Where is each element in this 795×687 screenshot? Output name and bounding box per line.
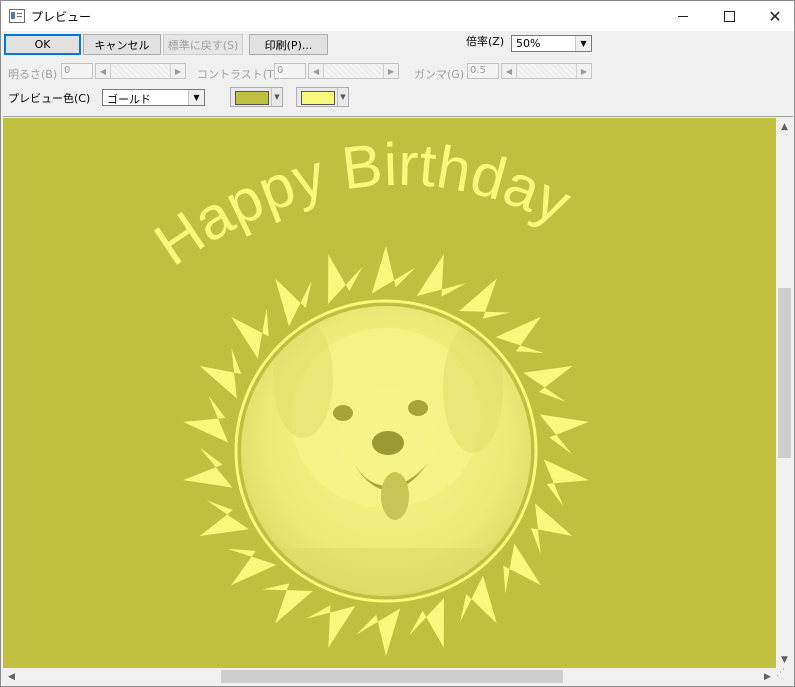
sun-ray (371, 246, 416, 294)
color1-swatch (235, 91, 269, 105)
chevron-up-icon[interactable]: ▲ (776, 118, 793, 135)
chevron-right-icon[interactable]: ▶ (759, 668, 776, 685)
sun-ray (231, 308, 269, 359)
print-button[interactable]: 印刷(P)... (249, 34, 328, 55)
sun-ray (275, 278, 312, 327)
sun-ray (199, 347, 242, 399)
brightness-label: 明るさ(B) (8, 68, 58, 81)
preview-color-value: ゴールド (107, 93, 151, 106)
gamma-slider[interactable]: ◀ ▶ (501, 63, 592, 79)
zoom-value: 50% (516, 37, 541, 50)
sun-ray (460, 575, 497, 624)
brightness-value: 0 (64, 65, 71, 76)
title-bar: プレビュー ✕ (1, 1, 794, 31)
sun-ray (328, 254, 363, 305)
chevron-down-icon[interactable]: ▼ (337, 88, 348, 106)
minimize-icon (678, 15, 688, 17)
horizontal-scroll-thumb[interactable] (221, 670, 563, 683)
chevron-left-icon[interactable]: ◀ (309, 64, 324, 78)
sun-ray (199, 500, 249, 537)
sun-ray (356, 608, 401, 656)
sun-ray (183, 447, 233, 488)
resize-grip-icon[interactable]: ⋰ (776, 668, 793, 685)
minimize-button[interactable] (660, 1, 706, 31)
zoom-label: 倍率(Z) (466, 35, 505, 48)
sun-ray (227, 548, 277, 586)
sun-ray (183, 395, 229, 443)
vertical-scrollbar[interactable]: ▲ ▼ (776, 118, 793, 668)
card-title: Happy Birthday (143, 131, 581, 279)
chevron-right-icon[interactable]: ▶ (170, 64, 185, 78)
sun-ray (261, 583, 313, 624)
sun-ray (495, 316, 545, 354)
chevron-left-icon[interactable]: ◀ (3, 668, 20, 685)
preview-color-select[interactable]: ゴールド ▼ (102, 89, 205, 106)
cancel-button[interactable]: キャンセル (83, 34, 161, 55)
brightness-slider[interactable]: ◀ ▶ (95, 63, 186, 79)
gamma-value: 0.5 (470, 65, 486, 76)
close-icon: ✕ (768, 6, 782, 26)
chevron-down-icon[interactable]: ▼ (575, 36, 591, 51)
sun-ray (530, 503, 573, 555)
preview-canvas: Happy Birthday (3, 118, 776, 668)
chevron-left-icon[interactable]: ◀ (96, 64, 111, 78)
card-artwork: Happy Birthday (143, 131, 589, 656)
contrast-value: 0 (277, 65, 284, 76)
chevron-down-icon[interactable]: ▼ (271, 88, 282, 106)
brightness-input[interactable]: 0 (61, 63, 93, 79)
preview-color-label: プレビュー色(C) (8, 92, 91, 105)
reset-button[interactable]: 標準に戻す(S) (163, 34, 243, 55)
vertical-scroll-thumb[interactable] (778, 288, 791, 458)
sun-ray (523, 365, 573, 402)
horizontal-scrollbar[interactable]: ◀ ▶ (3, 668, 776, 685)
sun-ray (539, 414, 589, 455)
card-title-text: Happy Birthday (143, 131, 581, 279)
contrast-slider[interactable]: ◀ ▶ (308, 63, 399, 79)
color2-swatch (301, 91, 335, 105)
chevron-right-icon[interactable]: ▶ (383, 64, 398, 78)
sun-ray (459, 278, 511, 319)
zoom-select[interactable]: 50% ▼ (511, 35, 592, 52)
close-button[interactable]: ✕ (752, 1, 795, 31)
maximize-button[interactable] (706, 1, 752, 31)
window-title: プレビュー (31, 10, 92, 24)
chevron-right-icon[interactable]: ▶ (576, 64, 591, 78)
chevron-down-icon[interactable]: ▼ (188, 90, 204, 105)
contrast-input[interactable]: 0 (274, 63, 306, 79)
chevron-down-icon[interactable]: ▼ (776, 651, 793, 668)
preview-window: プレビュー ✕ OK キャンセル 標準に戻す(S) 印刷(P)... 倍率(Z)… (0, 0, 795, 687)
sun-ray (416, 254, 467, 297)
contrast-label: コントラスト(T) (197, 68, 279, 81)
sun-ray (543, 459, 589, 507)
app-icon (9, 9, 25, 23)
sun-ray (503, 543, 541, 594)
color2-picker[interactable]: ▼ (296, 87, 349, 107)
ok-button[interactable]: OK (4, 34, 81, 55)
chevron-left-icon[interactable]: ◀ (502, 64, 517, 78)
gamma-label: ガンマ(G) (414, 68, 465, 81)
maximize-icon (723, 10, 735, 22)
gamma-input[interactable]: 0.5 (467, 63, 499, 79)
sun-ray (305, 605, 356, 648)
color1-picker[interactable]: ▼ (230, 87, 283, 107)
sun-ray (409, 597, 444, 648)
